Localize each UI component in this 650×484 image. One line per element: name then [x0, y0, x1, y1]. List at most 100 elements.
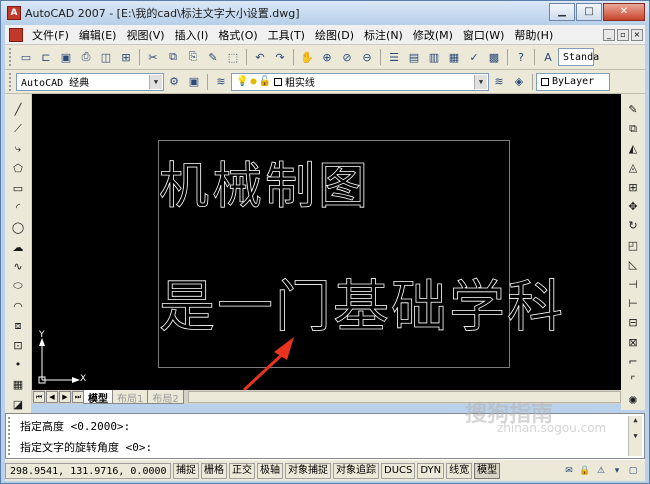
- doc-minimize-button[interactable]: _: [603, 28, 615, 41]
- extend-icon[interactable]: ⊢: [624, 295, 642, 312]
- properties-icon[interactable]: ☰: [385, 48, 403, 66]
- workspace-combo[interactable]: AutoCAD 经典 ▼: [16, 72, 164, 91]
- layer-combo[interactable]: 💡 ● 🔓 粗实线 ▼: [231, 72, 489, 91]
- dyn-toggle[interactable]: DYN: [417, 462, 445, 479]
- otrack-toggle[interactable]: 对象追踪: [333, 462, 379, 479]
- tool-palettes-icon[interactable]: ▥: [425, 48, 443, 66]
- erase-icon[interactable]: ✎: [624, 101, 642, 118]
- polygon-icon[interactable]: ⬠: [9, 160, 27, 178]
- minimize-button[interactable]: ▁: [549, 3, 575, 21]
- hatch-icon[interactable]: ▦: [9, 376, 27, 394]
- tab-model[interactable]: 模型: [83, 390, 113, 405]
- document-icon[interactable]: [9, 27, 23, 42]
- polar-toggle[interactable]: 极轴: [257, 462, 283, 479]
- ortho-toggle[interactable]: 正交: [229, 462, 255, 479]
- print-icon[interactable]: ⎙: [77, 48, 95, 66]
- warning-icon[interactable]: ⚠: [594, 464, 608, 478]
- undo-icon[interactable]: ↶: [251, 48, 269, 66]
- join-icon[interactable]: ⊠: [624, 334, 642, 351]
- save-workspace-icon[interactable]: ▣: [185, 73, 203, 91]
- menu-file[interactable]: 文件(F): [27, 27, 74, 43]
- lock-toolbar-icon[interactable]: 🔒: [578, 464, 592, 478]
- design-center-icon[interactable]: ▤: [405, 48, 423, 66]
- chevron-down-icon[interactable]: ▾: [610, 464, 624, 478]
- chevron-down-icon[interactable]: ▼: [474, 74, 487, 89]
- scale-icon[interactable]: ◰: [624, 237, 642, 254]
- chevron-down-icon[interactable]: ▼: [149, 74, 162, 89]
- point-icon[interactable]: •: [9, 356, 27, 374]
- match-properties-icon[interactable]: ✎: [204, 48, 222, 66]
- insert-block-icon[interactable]: ⧈: [9, 317, 27, 335]
- doc-close-button[interactable]: ×: [631, 28, 643, 41]
- grid-toggle[interactable]: 栅格: [201, 462, 227, 479]
- fillet-icon[interactable]: ⌜: [624, 372, 642, 389]
- line-icon[interactable]: ╱: [9, 101, 27, 119]
- chamfer-icon[interactable]: ⌐: [624, 353, 642, 370]
- plot-preview-icon[interactable]: ◫: [97, 48, 115, 66]
- zoom-realtime-icon[interactable]: ⊕: [318, 48, 336, 66]
- trim-icon[interactable]: ⊣: [624, 275, 642, 292]
- next-tab-button[interactable]: ▶: [59, 391, 71, 403]
- osnap-toggle[interactable]: 对象捕捉: [285, 462, 331, 479]
- sheet-set-icon[interactable]: ▦: [445, 48, 463, 66]
- calculator-icon[interactable]: ▩: [485, 48, 503, 66]
- menu-window[interactable]: 窗口(W): [458, 27, 509, 43]
- layer-manager-icon[interactable]: ≋: [212, 73, 230, 91]
- ducs-toggle[interactable]: DUCS: [381, 462, 416, 479]
- block-editor-icon[interactable]: ⬚: [224, 48, 242, 66]
- explode-icon[interactable]: ✺: [624, 392, 642, 409]
- help-icon[interactable]: ?: [512, 48, 530, 66]
- horizontal-scrollbar[interactable]: [187, 391, 621, 403]
- toolbar-grip[interactable]: [9, 48, 13, 66]
- copy-object-icon[interactable]: ⧉: [624, 120, 642, 137]
- lineweight-toggle[interactable]: 线宽: [446, 462, 473, 479]
- menu-insert[interactable]: 插入(I): [170, 27, 214, 43]
- toolbar-grip[interactable]: [9, 72, 13, 91]
- revision-cloud-icon[interactable]: ☁: [9, 238, 27, 256]
- tab-layout1[interactable]: 布局1: [112, 390, 149, 405]
- rectangle-icon[interactable]: ▭: [9, 180, 27, 198]
- spline-icon[interactable]: ∿: [9, 258, 27, 276]
- first-tab-button[interactable]: ⏮: [33, 391, 45, 403]
- publish-icon[interactable]: ⊞: [117, 48, 135, 66]
- rotate-icon[interactable]: ↻: [624, 217, 642, 234]
- offset-icon[interactable]: ◬: [624, 159, 642, 176]
- break-icon[interactable]: ⊟: [624, 314, 642, 331]
- command-prompt-line[interactable]: 指定文字的旋转角度 <0>:: [20, 439, 152, 455]
- text-style-icon[interactable]: A: [539, 48, 557, 66]
- menu-draw[interactable]: 绘图(D): [310, 27, 359, 43]
- polyline-icon[interactable]: ⤷: [9, 140, 27, 158]
- move-icon[interactable]: ✥: [624, 198, 642, 215]
- menu-view[interactable]: 视图(V): [121, 27, 169, 43]
- copy-icon[interactable]: ⧉: [164, 48, 182, 66]
- cut-icon[interactable]: ✂: [144, 48, 162, 66]
- close-button[interactable]: ✕: [603, 3, 645, 21]
- prev-tab-button[interactable]: ◀: [46, 391, 58, 403]
- command-grip[interactable]: [8, 417, 14, 455]
- text-style-combo[interactable]: Standa: [558, 48, 599, 66]
- circle-icon[interactable]: ◯: [9, 219, 27, 237]
- stretch-icon[interactable]: ◺: [624, 256, 642, 273]
- new-icon[interactable]: ▭: [17, 48, 35, 66]
- array-icon[interactable]: ⊞: [624, 179, 642, 196]
- clean-screen-icon[interactable]: ▢: [626, 464, 640, 478]
- menu-tools[interactable]: 工具(T): [263, 27, 310, 43]
- menu-help[interactable]: 帮助(H): [509, 27, 558, 43]
- maximize-button[interactable]: □: [576, 3, 602, 21]
- ellipse-icon[interactable]: ⬭: [9, 278, 27, 296]
- pan-icon[interactable]: ✋: [298, 48, 316, 66]
- open-icon[interactable]: ⊏: [37, 48, 55, 66]
- coordinate-readout[interactable]: 298.9541, 131.9716, 0.0000: [5, 462, 171, 479]
- region-icon[interactable]: ◪: [9, 395, 27, 413]
- menu-modify[interactable]: 修改(M): [408, 27, 458, 43]
- menu-dimension[interactable]: 标注(N): [359, 27, 408, 43]
- workspace-settings-icon[interactable]: ⚙: [165, 73, 183, 91]
- mirror-icon[interactable]: ◭: [624, 140, 642, 157]
- ellipse-arc-icon[interactable]: ◠: [9, 297, 27, 315]
- communication-center-icon[interactable]: ✉: [562, 464, 576, 478]
- make-current-layer-icon[interactable]: ≋: [490, 73, 508, 91]
- snap-toggle[interactable]: 捕捉: [173, 462, 199, 479]
- paste-icon[interactable]: ⎘: [184, 48, 202, 66]
- redo-icon[interactable]: ↷: [271, 48, 289, 66]
- command-scrollbar[interactable]: ▲ ▼: [628, 416, 642, 456]
